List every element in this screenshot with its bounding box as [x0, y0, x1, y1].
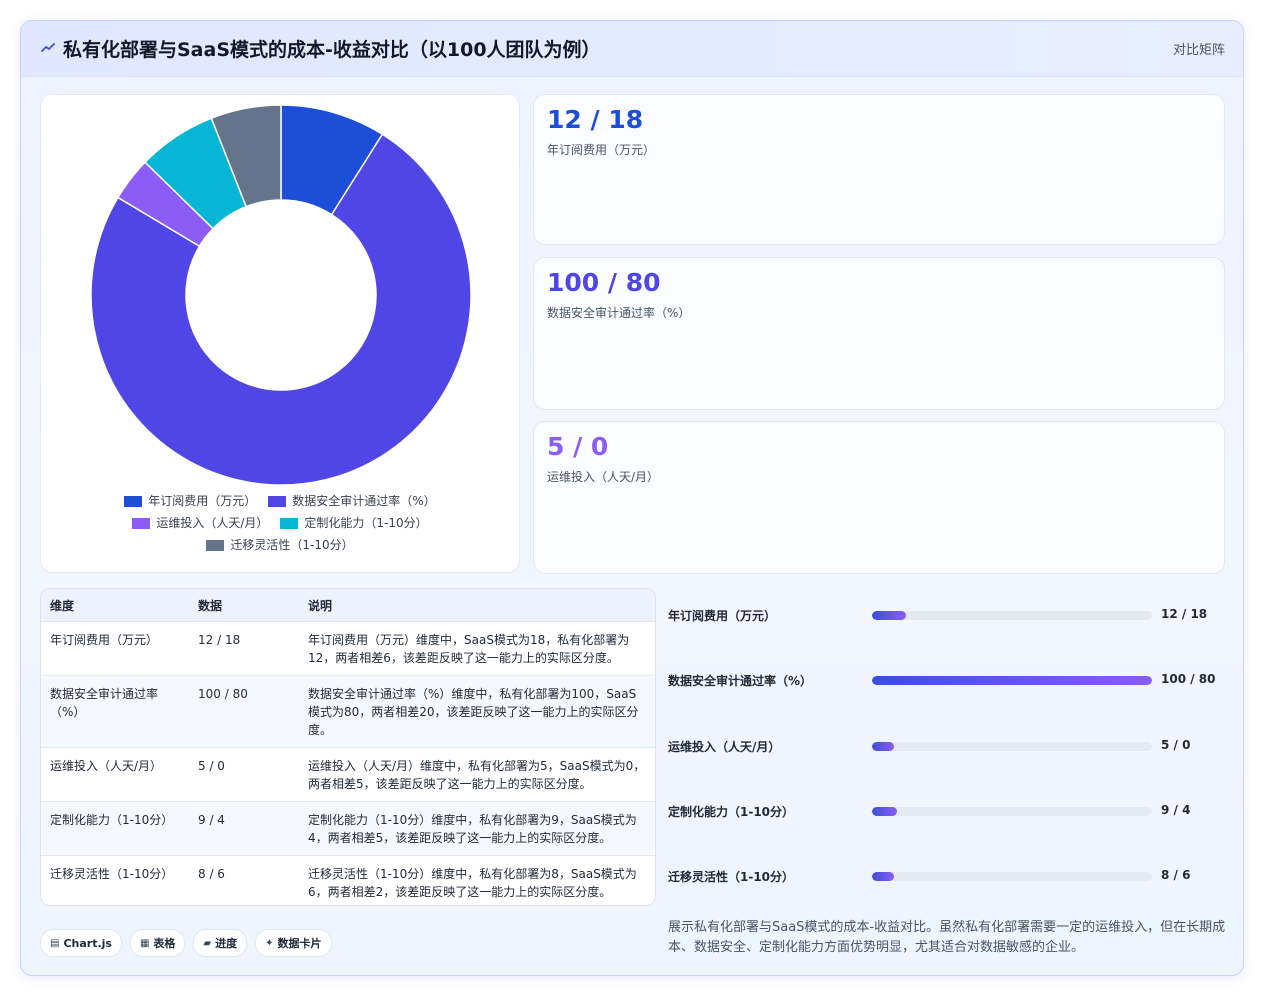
legend-swatch: [124, 495, 143, 507]
progress-value: 8 / 6: [1161, 868, 1191, 882]
data-table: 维度 数据 说明 年订阅费用（万元） 12 / 18 年订阅费用（万元）维度中，…: [41, 589, 655, 905]
progress-track: [872, 807, 1152, 816]
legend-swatch: [132, 517, 151, 529]
stat-label: 年订阅费用（万元）: [547, 143, 656, 157]
legend-label: 运维投入（人天/月）: [156, 516, 269, 530]
progress-label: 年订阅费用（万元）: [668, 609, 777, 623]
stat-value: 12 / 18: [547, 105, 644, 134]
chart-icon: ▤: [50, 937, 60, 949]
progress-row: 迁移灵活性（1-10分） 8 / 6: [666, 867, 1226, 887]
progress-fill: [872, 611, 906, 620]
stat-card: 12 / 18 年订阅费用（万元）: [533, 94, 1225, 245]
column-header: 维度: [41, 589, 189, 622]
table-row: 定制化能力（1-10分） 9 / 4 定制化能力（1-10分）维度中，私有化部署…: [41, 801, 655, 856]
comparison-card: 私有化部署与SaaS模式的成本-收益对比（以100人团队为例） 对比矩阵 年订阅…: [20, 20, 1244, 976]
progress-fill: [872, 676, 1152, 685]
stat-card: 5 / 0 运维投入（人天/月）: [533, 421, 1225, 574]
card-header: 私有化部署与SaaS模式的成本-收益对比（以100人团队为例） 对比矩阵: [21, 21, 1243, 77]
legend-label: 迁移灵活性（1-10分）: [230, 538, 354, 552]
chip-label: Chart.js: [63, 936, 112, 950]
chip-label: 表格: [153, 937, 176, 950]
tech-chips: ▤ Chart.js ▦ 表格 ▰ 进度 ✦ 数据卡片: [40, 929, 332, 957]
legend-item[interactable]: 运维投入（人天/月）: [132, 512, 268, 534]
stat-card: 100 / 80 数据安全审计通过率（%）: [533, 257, 1225, 410]
progress-value: 12 / 18: [1161, 607, 1208, 621]
progress-fill: [872, 742, 895, 751]
chip-table[interactable]: ▦ 表格: [129, 929, 186, 957]
table-row: 数据安全审计通过率（%） 100 / 80 数据安全审计通过率（%）维度中，私有…: [41, 675, 655, 748]
chip-chartjs[interactable]: ▤ Chart.js: [40, 929, 122, 957]
cell-data: 12 / 18: [189, 621, 299, 676]
trend-icon: [41, 43, 55, 52]
legend-item[interactable]: 年订阅费用（万元）: [124, 490, 256, 512]
progress-row: 运维投入（人天/月） 5 / 0: [666, 737, 1226, 757]
chip-label: 进度: [215, 937, 238, 950]
progress-label: 定制化能力（1-10分）: [668, 805, 795, 819]
column-header: 数据: [189, 589, 299, 622]
summary-note: 展示私有化部署与SaaS模式的成本-收益对比。虽然私有化部署需要一定的运维投入，…: [668, 920, 1226, 955]
table-icon: ▦: [139, 937, 150, 949]
data-table-panel: 维度 数据 说明 年订阅费用（万元） 12 / 18 年订阅费用（万元）维度中，…: [40, 588, 656, 906]
progress-track: [872, 742, 1152, 751]
table-header-row: 维度 数据 说明: [41, 589, 655, 622]
header-tag: 对比矩阵: [1172, 43, 1225, 58]
progress-label: 数据安全审计通过率（%）: [668, 674, 813, 688]
legend-label: 定制化能力（1-10分）: [304, 516, 428, 530]
legend-swatch: [268, 495, 287, 507]
progress-row: 数据安全审计通过率（%） 100 / 80: [666, 671, 1226, 691]
donut-chart: [90, 104, 472, 486]
table-row: 迁移灵活性（1-10分） 8 / 6 迁移灵活性（1-10分）维度中，私有化部署…: [41, 855, 655, 905]
cell-data: 9 / 4: [189, 801, 299, 856]
column-header: 说明: [299, 589, 655, 622]
cell-data: 100 / 80: [189, 675, 299, 748]
stat-value: 5 / 0: [547, 432, 609, 461]
stat-label: 运维投入（人天/月）: [547, 470, 660, 484]
page-title: 私有化部署与SaaS模式的成本-收益对比（以100人团队为例）: [63, 39, 601, 61]
stat-label: 数据安全审计通过率（%）: [547, 306, 691, 320]
cell-description: 运维投入（人天/月）维度中，私有化部署为5，SaaS模式为0，两者相差5，该差距…: [299, 747, 655, 802]
progress-fill: [872, 807, 898, 816]
chart-legend: 年订阅费用（万元） 数据安全审计通过率（%） 运维投入（人天/月） 定制化能力（…: [41, 490, 519, 556]
cell-dimension: 年订阅费用（万元）: [41, 621, 189, 676]
cell-dimension: 数据安全审计通过率（%）: [41, 675, 189, 748]
legend-label: 年订阅费用（万元）: [148, 494, 257, 508]
progress-value: 100 / 80: [1161, 672, 1216, 686]
legend-item[interactable]: 数据安全审计通过率（%）: [268, 490, 436, 512]
progress-row: 定制化能力（1-10分） 9 / 4: [666, 802, 1226, 822]
cell-dimension: 定制化能力（1-10分）: [41, 801, 189, 856]
chip-progress[interactable]: ▰ 进度: [193, 929, 248, 957]
cell-data: 5 / 0: [189, 747, 299, 802]
progress-track: [872, 872, 1152, 881]
progress-track: [872, 676, 1152, 685]
progress-value: 9 / 4: [1161, 803, 1191, 817]
legend-swatch: [206, 539, 225, 551]
legend-item[interactable]: 迁移灵活性（1-10分）: [206, 534, 354, 556]
progress-track: [872, 611, 1152, 620]
chip-label: 数据卡片: [277, 937, 322, 950]
cell-description: 数据安全审计通过率（%）维度中，私有化部署为100，SaaS模式为80，两者相差…: [299, 675, 655, 748]
sparkle-icon: ✦: [265, 937, 274, 949]
progress-label: 迁移灵活性（1-10分）: [668, 870, 795, 884]
progress-value: 5 / 0: [1161, 738, 1191, 752]
legend-swatch: [280, 517, 299, 529]
progress-fill: [872, 872, 895, 881]
cell-dimension: 迁移灵活性（1-10分）: [41, 855, 189, 905]
cell-description: 迁移灵活性（1-10分）维度中，私有化部署为8，SaaS模式为6，两者相差2，该…: [299, 855, 655, 905]
table-row: 运维投入（人天/月） 5 / 0 运维投入（人天/月）维度中，私有化部署为5，S…: [41, 747, 655, 802]
stat-value: 100 / 80: [547, 268, 661, 297]
legend-item[interactable]: 定制化能力（1-10分）: [280, 512, 428, 534]
progress-label: 运维投入（人天/月）: [668, 740, 781, 754]
pie-chart-panel: 年订阅费用（万元） 数据安全审计通过率（%） 运维投入（人天/月） 定制化能力（…: [40, 94, 520, 573]
chip-data-cards[interactable]: ✦ 数据卡片: [255, 929, 332, 957]
legend-label: 数据安全审计通过率（%）: [292, 494, 436, 508]
cell-description: 年订阅费用（万元）维度中，SaaS模式为18，私有化部署为12，两者相差6，该差…: [299, 621, 655, 676]
cell-data: 8 / 6: [189, 855, 299, 905]
cell-dimension: 运维投入（人天/月）: [41, 747, 189, 802]
progress-icon: ▰: [203, 937, 212, 949]
table-row: 年订阅费用（万元） 12 / 18 年订阅费用（万元）维度中，SaaS模式为18…: [41, 621, 655, 676]
progress-row: 年订阅费用（万元） 12 / 18: [666, 606, 1226, 626]
cell-description: 定制化能力（1-10分）维度中，私有化部署为9，SaaS模式为4，两者相差5，该…: [299, 801, 655, 856]
